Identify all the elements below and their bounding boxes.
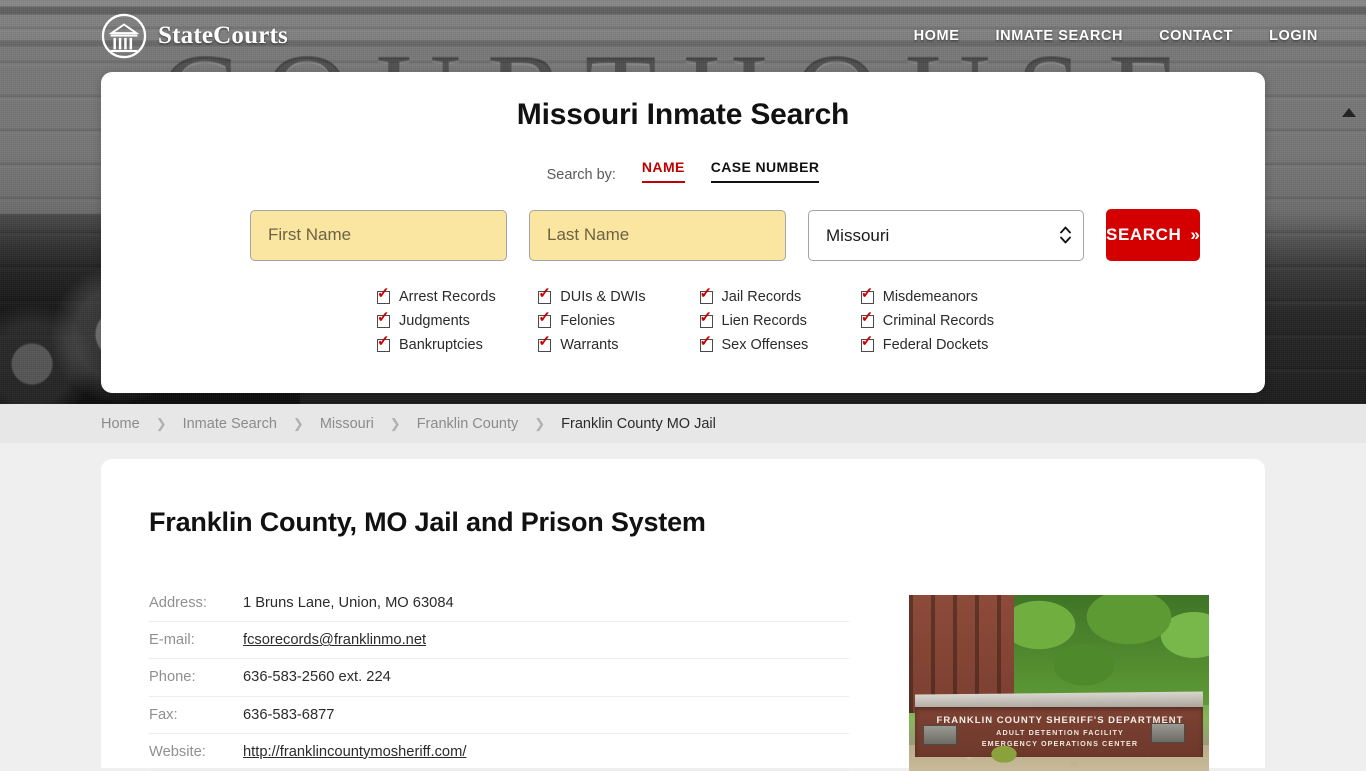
checkbox-checked-icon: ✓ bbox=[538, 332, 552, 352]
search-button-label: SEARCH bbox=[1106, 225, 1182, 244]
courthouse-pillars-icon bbox=[101, 13, 147, 59]
record-type-label: Arrest Records bbox=[399, 289, 496, 305]
detail-value: 636-583-2560 ext. 224 bbox=[243, 669, 391, 686]
checkbox-checked-icon: ✓ bbox=[860, 332, 874, 352]
breadcrumb-separator-icon: ❯ bbox=[155, 415, 167, 431]
search-by-label: Search by: bbox=[546, 167, 616, 183]
record-type-checklist: ✓ Arrest Records ✓ DUIs & DWIs ✓ Jail Re… bbox=[101, 261, 1265, 357]
record-type-item[interactable]: ✓ Sex Offenses bbox=[699, 332, 861, 357]
tab-search-by-case-number[interactable]: CASE NUMBER bbox=[710, 159, 820, 183]
breadcrumb-separator-icon: ❯ bbox=[389, 415, 401, 431]
record-type-label: Jail Records bbox=[721, 289, 802, 305]
nav-item-contact[interactable]: CONTACT bbox=[1159, 28, 1233, 44]
record-type-label: Warrants bbox=[560, 337, 619, 353]
state-select[interactable]: Missouri bbox=[808, 209, 1084, 261]
facility-photo: FRANKLIN COUNTY SHERIFF'S DEPARTMENT ADU… bbox=[909, 595, 1209, 771]
record-type-item[interactable]: ✓ Federal Dockets bbox=[860, 332, 1022, 357]
table-row: Fax: 636-583-6877 bbox=[149, 696, 849, 734]
state-select-wrapper: Missouri bbox=[808, 209, 1084, 261]
checkbox-checked-icon: ✓ bbox=[699, 332, 713, 352]
breadcrumb-item-missouri[interactable]: Missouri bbox=[320, 416, 374, 432]
facility-detail-card: Franklin County, MO Jail and Prison Syst… bbox=[101, 459, 1265, 771]
detail-value: 1 Bruns Lane, Union, MO 63084 bbox=[243, 595, 454, 611]
photo-mailbox-right bbox=[1151, 723, 1185, 743]
table-row: E-mail: fcsorecords@franklinmo.net bbox=[149, 622, 849, 659]
record-type-item[interactable]: ✓ Jail Records bbox=[699, 284, 861, 309]
nav-item-inmate-search[interactable]: INMATE SEARCH bbox=[996, 28, 1124, 44]
checkbox-checked-icon: ✓ bbox=[538, 284, 552, 304]
breadcrumb-item-home[interactable]: Home bbox=[101, 416, 140, 432]
table-row: Phone: 636-583-2560 ext. 224 bbox=[149, 659, 849, 697]
checkbox-checked-icon: ✓ bbox=[377, 332, 390, 352]
checkbox-checked-icon: ✓ bbox=[860, 284, 874, 304]
facility-details-table: Address: 1 Bruns Lane, Union, MO 63084 E… bbox=[149, 595, 849, 771]
record-type-item[interactable]: ✓ Lien Records bbox=[699, 308, 861, 333]
photo-mailbox-left bbox=[923, 725, 957, 745]
table-row: Website: http://franklincountymosheriff.… bbox=[149, 733, 849, 771]
record-type-label: Misdemeanors bbox=[882, 289, 978, 305]
facility-content-grid: Address: 1 Bruns Lane, Union, MO 63084 E… bbox=[149, 595, 1217, 771]
search-card-title: Missouri Inmate Search bbox=[516, 98, 850, 131]
checkbox-checked-icon: ✓ bbox=[860, 308, 874, 328]
photo-trees-layer bbox=[999, 595, 1209, 705]
record-type-label: Federal Dockets bbox=[882, 337, 989, 353]
main-navigation: HOME INMATE SEARCH CONTACT LOGIN bbox=[914, 28, 1318, 44]
breadcrumb-separator-icon: ❯ bbox=[292, 415, 304, 431]
record-type-item[interactable]: ✓ Misdemeanors bbox=[860, 284, 1022, 309]
table-row: Address: 1 Bruns Lane, Union, MO 63084 bbox=[149, 595, 849, 622]
double-chevron-right-icon: » bbox=[1190, 225, 1201, 244]
checkbox-checked-icon: ✓ bbox=[377, 308, 390, 328]
record-type-label: Criminal Records bbox=[882, 313, 994, 329]
nav-item-login[interactable]: LOGIN bbox=[1269, 28, 1318, 44]
checkbox-checked-icon: ✓ bbox=[699, 284, 713, 304]
detail-key: Fax: bbox=[149, 706, 178, 723]
brand-logo[interactable]: StateCourts bbox=[101, 13, 288, 59]
site-header-hero: COURTHOUSE StateCourts HOME INMATE SEARC… bbox=[0, 0, 1366, 404]
website-link[interactable]: http://franklincountymosheriff.com/ bbox=[243, 744, 466, 760]
record-type-label: Lien Records bbox=[721, 313, 807, 329]
record-type-label: Felonies bbox=[560, 313, 616, 329]
detail-value: fcsorecords@franklinmo.net bbox=[243, 622, 849, 659]
breadcrumb-item-inmate-search[interactable]: Inmate Search bbox=[183, 416, 277, 432]
breadcrumb: Home ❯ Inmate Search ❯ Missouri ❯ Frankl… bbox=[0, 404, 1366, 443]
record-type-label: DUIs & DWIs bbox=[560, 289, 646, 305]
record-type-item[interactable]: ✓ Criminal Records bbox=[860, 308, 1022, 333]
record-type-label: Sex Offenses bbox=[721, 337, 809, 353]
search-by-tabs: Search by: NAME CASE NUMBER bbox=[101, 159, 1265, 183]
search-button[interactable]: SEARCH » bbox=[1106, 209, 1201, 261]
record-type-item[interactable]: ✓ DUIs & DWIs bbox=[538, 285, 699, 309]
photo-shrub bbox=[987, 741, 1021, 763]
detail-key: Phone: bbox=[149, 669, 196, 686]
page-title: Franklin County, MO Jail and Prison Syst… bbox=[149, 507, 706, 537]
scroll-up-indicator-icon[interactable] bbox=[1342, 108, 1356, 117]
checkbox-checked-icon: ✓ bbox=[377, 284, 390, 304]
first-name-input[interactable] bbox=[250, 209, 507, 261]
detail-value: 636-583-6877 bbox=[243, 706, 335, 723]
email-link[interactable]: fcsorecords@franklinmo.net bbox=[243, 632, 426, 648]
breadcrumb-separator-icon: ❯ bbox=[534, 415, 546, 431]
checkbox-checked-icon: ✓ bbox=[699, 308, 713, 328]
top-bar: StateCourts HOME INMATE SEARCH CONTACT L… bbox=[0, 0, 1366, 72]
record-type-item[interactable]: ✓ Bankruptcies bbox=[377, 333, 538, 357]
record-type-item[interactable]: ✓ Felonies bbox=[538, 309, 699, 333]
record-type-item[interactable]: ✓ Judgments bbox=[377, 309, 538, 333]
tab-search-by-name[interactable]: NAME bbox=[641, 159, 685, 183]
breadcrumb-item-current: Franklin County MO Jail bbox=[561, 415, 716, 432]
brand-name: StateCourts bbox=[158, 22, 288, 49]
detail-key: Address: bbox=[149, 595, 207, 611]
checkbox-checked-icon: ✓ bbox=[538, 308, 552, 328]
last-name-input[interactable] bbox=[529, 209, 786, 261]
record-type-label: Bankruptcies bbox=[399, 337, 483, 353]
record-type-item[interactable]: ✓ Warrants bbox=[538, 333, 699, 357]
detail-key: Website: bbox=[149, 743, 206, 760]
record-type-item[interactable]: ✓ Arrest Records bbox=[377, 285, 538, 309]
breadcrumb-item-franklin-county[interactable]: Franklin County bbox=[417, 416, 519, 432]
search-form-row: Missouri SEARCH » bbox=[101, 209, 1265, 261]
detail-value: http://franklincountymosheriff.com/ bbox=[243, 733, 849, 770]
nav-item-home[interactable]: HOME bbox=[914, 28, 960, 44]
record-type-label: Judgments bbox=[399, 313, 470, 329]
detail-key: E-mail: bbox=[149, 632, 195, 649]
inmate-search-card: Missouri Inmate Search Search by: NAME C… bbox=[101, 72, 1265, 393]
